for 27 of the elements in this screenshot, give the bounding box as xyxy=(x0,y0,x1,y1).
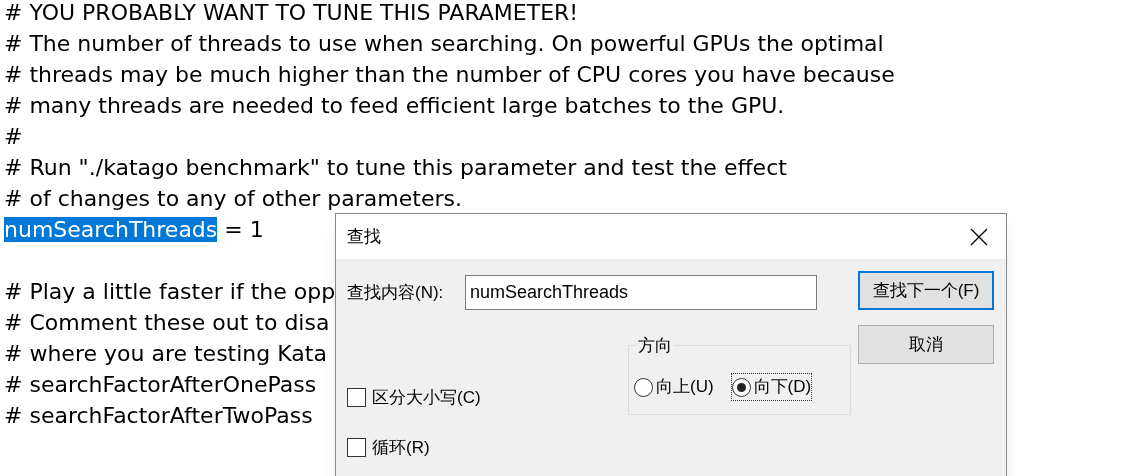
checkbox-label: 循环(R) xyxy=(372,436,430,459)
code-line: # Play a little faster if the opp xyxy=(4,279,336,304)
code-line: # searchFactorAfterOnePass xyxy=(4,372,317,397)
code-line: # The number of threads to use when searching. On powerful GPUs the optimal xyxy=(4,31,884,56)
radio-label: 向下(D) xyxy=(753,376,812,399)
find-next-button[interactable]: 查找下一个(F) xyxy=(858,271,994,310)
find-label: 查找内容(N): xyxy=(347,281,445,304)
code-line: # where you are testing Kata xyxy=(4,341,327,366)
selected-text: numSearchThreads xyxy=(4,217,218,242)
code-line: # Comment these out to disa xyxy=(4,310,330,335)
dialog-title: 查找 xyxy=(347,225,381,248)
code-line: # YOU PROBABLY WANT TO TUNE THIS PARAMETER! xyxy=(4,0,579,25)
radio-label: 向上(U) xyxy=(656,376,714,399)
radio-button[interactable] xyxy=(731,377,751,397)
code-line: # threads may be much higher than the number of CPU cores you have because xyxy=(4,62,895,87)
find-input[interactable]: numSearchThreads xyxy=(465,275,817,310)
code-line: = 1 xyxy=(223,217,264,242)
code-line: # Run "./katago benchmark" to tune this parameter and test the effect xyxy=(4,155,787,180)
checkbox[interactable] xyxy=(347,388,366,408)
code-line: # xyxy=(4,124,23,149)
code-line: # of changes to any of other parameters. xyxy=(4,186,462,211)
checkbox-label: 区分大小写(C) xyxy=(372,387,481,409)
radio-button[interactable] xyxy=(634,377,653,397)
code-line: # searchFactorAfterTwoPass xyxy=(4,403,313,428)
cancel-button[interactable]: 取消 xyxy=(858,325,994,364)
code-line: # many threads are needed to feed efficient large batches to the GPU. xyxy=(4,93,785,118)
checkbox[interactable] xyxy=(347,437,366,457)
